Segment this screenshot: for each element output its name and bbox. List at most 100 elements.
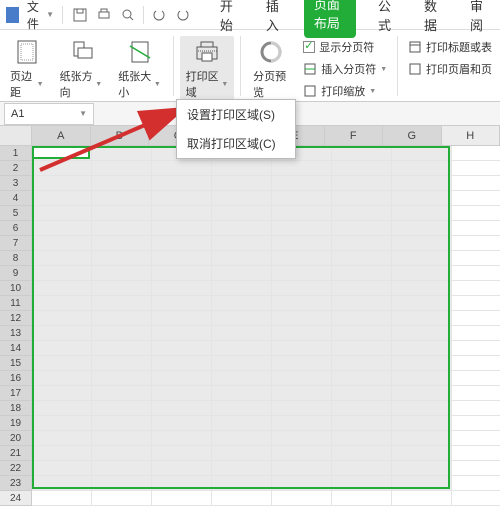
cell[interactable]	[152, 251, 212, 266]
cell[interactable]	[452, 446, 500, 461]
cell[interactable]	[272, 431, 332, 446]
cell[interactable]	[332, 161, 392, 176]
cell[interactable]	[212, 236, 272, 251]
size-button[interactable]: 纸张大小▼	[112, 36, 167, 102]
row-header[interactable]: 18	[0, 401, 32, 416]
cell[interactable]	[452, 206, 500, 221]
column-header[interactable]: H	[442, 126, 500, 146]
tab-insert[interactable]: 插入	[258, 0, 290, 38]
name-box[interactable]: A1 ▼	[4, 103, 94, 125]
cell[interactable]	[152, 236, 212, 251]
print-icon[interactable]	[95, 6, 113, 24]
cell[interactable]	[92, 251, 152, 266]
cell[interactable]	[92, 371, 152, 386]
cell[interactable]	[332, 221, 392, 236]
cell[interactable]	[272, 251, 332, 266]
cell[interactable]	[212, 461, 272, 476]
cell[interactable]	[392, 386, 452, 401]
file-menu[interactable]: 文件 ▼	[27, 0, 54, 32]
tab-start[interactable]: 开始	[212, 0, 244, 38]
cell[interactable]	[332, 296, 392, 311]
row-header[interactable]: 24	[0, 491, 32, 506]
cell[interactable]	[452, 146, 500, 161]
cell[interactable]	[92, 446, 152, 461]
cell[interactable]	[92, 476, 152, 491]
cell[interactable]	[392, 296, 452, 311]
clear-print-area-item[interactable]: 取消打印区域(C)	[177, 129, 295, 158]
cell[interactable]	[152, 431, 212, 446]
tab-formula[interactable]: 公式	[370, 0, 402, 38]
cell[interactable]	[32, 266, 92, 281]
cell[interactable]	[392, 206, 452, 221]
cell[interactable]	[92, 431, 152, 446]
cell[interactable]	[272, 341, 332, 356]
cell[interactable]	[272, 266, 332, 281]
cell[interactable]	[212, 266, 272, 281]
cell[interactable]	[212, 371, 272, 386]
page-break-preview-button[interactable]: 分页预览	[247, 36, 295, 102]
orientation-button[interactable]: 纸张方向▼	[54, 36, 109, 102]
cell[interactable]	[332, 191, 392, 206]
row-header[interactable]: 22	[0, 461, 32, 476]
cell[interactable]	[212, 296, 272, 311]
cell[interactable]	[92, 281, 152, 296]
cell[interactable]	[92, 176, 152, 191]
cell[interactable]	[452, 476, 500, 491]
row-header[interactable]: 20	[0, 431, 32, 446]
cell[interactable]	[332, 386, 392, 401]
cell[interactable]	[452, 236, 500, 251]
row-header[interactable]: 12	[0, 311, 32, 326]
cell[interactable]	[212, 356, 272, 371]
cell[interactable]	[392, 371, 452, 386]
cell[interactable]	[152, 191, 212, 206]
cell[interactable]	[92, 491, 152, 506]
cell[interactable]	[392, 476, 452, 491]
cell[interactable]	[212, 386, 272, 401]
cell[interactable]	[32, 191, 92, 206]
cell[interactable]	[452, 191, 500, 206]
cell[interactable]	[392, 461, 452, 476]
row-header[interactable]: 9	[0, 266, 32, 281]
cell[interactable]	[152, 281, 212, 296]
cell[interactable]	[392, 446, 452, 461]
cell[interactable]	[32, 221, 92, 236]
row-header[interactable]: 14	[0, 341, 32, 356]
row-header[interactable]: 17	[0, 386, 32, 401]
cell[interactable]	[32, 296, 92, 311]
cell[interactable]	[272, 221, 332, 236]
cell[interactable]	[152, 206, 212, 221]
cell[interactable]	[452, 356, 500, 371]
row-header[interactable]: 1	[0, 146, 32, 161]
cell[interactable]	[32, 386, 92, 401]
cell[interactable]	[332, 206, 392, 221]
cell[interactable]	[272, 161, 332, 176]
cell[interactable]	[92, 236, 152, 251]
cell[interactable]	[392, 341, 452, 356]
cell[interactable]	[32, 161, 92, 176]
cell[interactable]	[92, 146, 152, 161]
cell[interactable]	[452, 341, 500, 356]
cell[interactable]	[452, 251, 500, 266]
cell[interactable]	[152, 161, 212, 176]
cell[interactable]	[92, 161, 152, 176]
column-header[interactable]: B	[91, 126, 150, 146]
cell[interactable]	[392, 326, 452, 341]
cell[interactable]	[272, 296, 332, 311]
cell[interactable]	[32, 251, 92, 266]
margins-button[interactable]: 页边距▼	[4, 36, 50, 102]
row-header[interactable]: 2	[0, 161, 32, 176]
cell[interactable]	[32, 176, 92, 191]
cell[interactable]	[272, 491, 332, 506]
cell[interactable]	[32, 461, 92, 476]
print-headers-button[interactable]: 打印页眉和页	[404, 60, 496, 78]
cell[interactable]	[32, 311, 92, 326]
cell[interactable]	[392, 266, 452, 281]
cell[interactable]	[332, 416, 392, 431]
cell[interactable]	[152, 416, 212, 431]
cell[interactable]	[452, 386, 500, 401]
insert-break-button[interactable]: 插入分页符▼	[299, 60, 391, 78]
cell[interactable]	[272, 176, 332, 191]
cell[interactable]	[212, 476, 272, 491]
cell[interactable]	[452, 431, 500, 446]
cell[interactable]	[332, 401, 392, 416]
